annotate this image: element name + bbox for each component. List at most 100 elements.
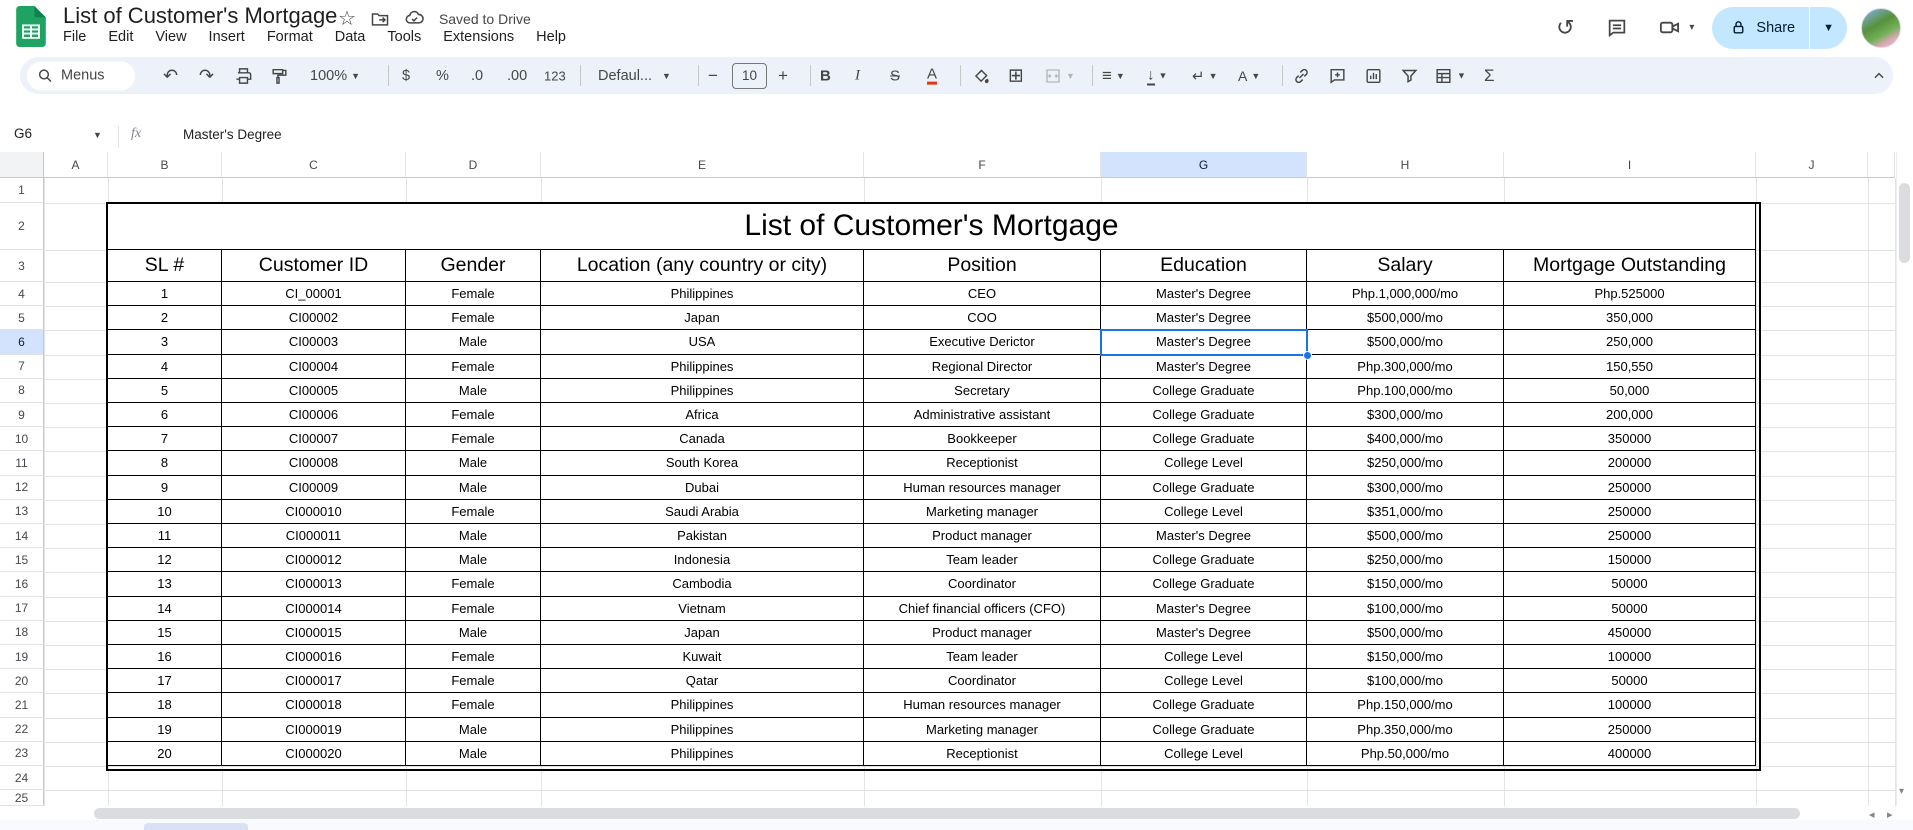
cell-G12[interactable]: College Graduate [1101, 475, 1307, 500]
active-cell-selection[interactable] [1100, 329, 1308, 356]
zoom-select[interactable]: 100% ▼ [310, 68, 360, 84]
cell-C20[interactable]: CI000017 [222, 669, 406, 694]
cell-F14[interactable]: Product manager [864, 524, 1101, 549]
cell-E14[interactable]: Pakistan [541, 524, 864, 549]
increase-decimal-button[interactable]: .00 [507, 68, 527, 84]
cell-G19[interactable]: College Level [1101, 645, 1307, 670]
table-header-7[interactable]: Salary [1307, 250, 1504, 282]
cell-D12[interactable]: Male [406, 475, 541, 500]
column-header-partial[interactable] [1868, 152, 1895, 178]
cell-B22[interactable]: 19 [108, 717, 222, 742]
cell-D20[interactable]: Female [406, 669, 541, 694]
cell-I15[interactable]: 150000 [1504, 548, 1756, 573]
cell-B19[interactable]: 16 [108, 645, 222, 670]
row-header-25[interactable]: 25 [0, 790, 44, 806]
cell-B17[interactable]: 14 [108, 596, 222, 621]
active-sheet-tab[interactable] [144, 823, 248, 830]
table-header-6[interactable]: Education [1101, 250, 1307, 282]
cell-H22[interactable]: Php.350,000/mo [1307, 717, 1504, 742]
column-header-E[interactable]: E [541, 152, 864, 178]
cell-I6[interactable]: 250,000 [1504, 330, 1756, 355]
select-all-corner[interactable] [0, 152, 44, 178]
cell-G4[interactable]: Master's Degree [1101, 282, 1307, 307]
cell-F5[interactable]: COO [864, 306, 1101, 331]
cell-D16[interactable]: Female [406, 572, 541, 597]
cell-F21[interactable]: Human resources manager [864, 693, 1101, 718]
row-header-2[interactable]: 2 [0, 203, 44, 250]
cell-I9[interactable]: 200,000 [1504, 403, 1756, 428]
decrease-decimal-button[interactable]: .0 [471, 68, 483, 84]
cell-G17[interactable]: Master's Degree [1101, 596, 1307, 621]
cell-C11[interactable]: CI00008 [222, 451, 406, 476]
cell-B16[interactable]: 13 [108, 572, 222, 597]
cell-C19[interactable]: CI000016 [222, 645, 406, 670]
cell-C5[interactable]: CI00002 [222, 306, 406, 331]
fill-color-button[interactable] [972, 66, 991, 85]
undo-button[interactable]: ↶ [163, 65, 178, 86]
horizontal-align-button[interactable]: ≡ ▼ [1102, 66, 1125, 86]
comments-icon[interactable] [1599, 10, 1635, 46]
cell-G18[interactable]: Master's Degree [1101, 620, 1307, 645]
cell-E21[interactable]: Philippines [541, 693, 864, 718]
strikethrough-button[interactable]: S [890, 67, 900, 84]
cell-H8[interactable]: Php.100,000/mo [1307, 378, 1504, 403]
cell-F15[interactable]: Team leader [864, 548, 1101, 573]
cell-I21[interactable]: 100000 [1504, 693, 1756, 718]
cell-E18[interactable]: Japan [541, 620, 864, 645]
vertical-align-button[interactable]: ↓ ▼ [1147, 66, 1167, 85]
row-header-9[interactable]: 9 [0, 403, 44, 428]
cell-C17[interactable]: CI000014 [222, 596, 406, 621]
column-header-A[interactable]: A [44, 152, 108, 178]
cell-H11[interactable]: $250,000/mo [1307, 451, 1504, 476]
menu-help[interactable]: Help [525, 27, 577, 47]
cell-B10[interactable]: 7 [108, 427, 222, 452]
table-title-cell[interactable]: List of Customer's Mortgage [108, 203, 1756, 250]
table-header-2[interactable]: Customer ID [222, 250, 406, 282]
column-header-D[interactable]: D [406, 152, 541, 178]
cell-D17[interactable]: Female [406, 596, 541, 621]
row-header-19[interactable]: 19 [0, 645, 44, 670]
cell-D22[interactable]: Male [406, 717, 541, 742]
cell-E20[interactable]: Qatar [541, 669, 864, 694]
create-filter-button[interactable] [1400, 66, 1419, 85]
row-header-4[interactable]: 4 [0, 282, 44, 307]
cell-H10[interactable]: $400,000/mo [1307, 427, 1504, 452]
fill-handle[interactable] [1303, 350, 1312, 360]
cell-F11[interactable]: Receptionist [864, 451, 1101, 476]
cell-H15[interactable]: $250,000/mo [1307, 548, 1504, 573]
cell-D4[interactable]: Female [406, 282, 541, 307]
cell-I13[interactable]: 250000 [1504, 499, 1756, 524]
cell-G14[interactable]: Master's Degree [1101, 524, 1307, 549]
video-call-caret-icon[interactable]: ▾ [1689, 22, 1694, 33]
insert-chart-button[interactable] [1364, 66, 1383, 85]
cell-F13[interactable]: Marketing manager [864, 499, 1101, 524]
cell-I7[interactable]: 150,550 [1504, 354, 1756, 379]
cell-H4[interactable]: Php.1,000,000/mo [1307, 282, 1504, 307]
cloud-saved-icon[interactable] [404, 8, 425, 29]
table-header-1[interactable]: SL # [108, 250, 222, 282]
cell-C13[interactable]: CI000010 [222, 499, 406, 524]
cell-H23[interactable]: Php.50,000/mo [1307, 741, 1504, 766]
font-size-input[interactable]: 10 [732, 62, 767, 89]
menu-tools[interactable]: Tools [376, 27, 432, 47]
row-header-22[interactable]: 22 [0, 717, 44, 742]
document-title[interactable]: List of Customer's Mortgage [63, 3, 337, 29]
cell-D21[interactable]: Female [406, 693, 541, 718]
cell-C10[interactable]: CI00007 [222, 427, 406, 452]
scroll-down-icon[interactable]: ▾ [1899, 786, 1904, 797]
number-format-button[interactable]: 123 [544, 68, 566, 83]
cell-H5[interactable]: $500,000/mo [1307, 306, 1504, 331]
cell-F22[interactable]: Marketing manager [864, 717, 1101, 742]
menu-extensions[interactable]: Extensions [432, 27, 525, 47]
cell-D10[interactable]: Female [406, 427, 541, 452]
cell-I14[interactable]: 250000 [1504, 524, 1756, 549]
row-header-16[interactable]: 16 [0, 572, 44, 597]
table-header-8[interactable]: Mortgage Outstanding [1504, 250, 1756, 282]
cell-B23[interactable]: 20 [108, 741, 222, 766]
share-button[interactable]: Share ▼ [1712, 6, 1847, 49]
cell-E15[interactable]: Indonesia [541, 548, 864, 573]
cell-E13[interactable]: Saudi Arabia [541, 499, 864, 524]
horizontal-scrollbar-thumb[interactable] [94, 808, 1800, 819]
vertical-scrollbar-thumb[interactable] [1899, 183, 1910, 263]
cell-D18[interactable]: Male [406, 620, 541, 645]
